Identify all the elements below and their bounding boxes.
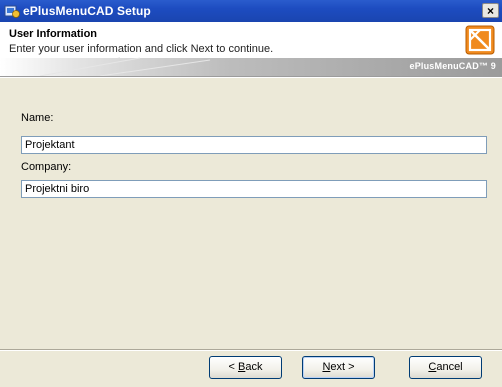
window-title: ePlusMenuCAD Setup <box>23 4 151 18</box>
header-divider-highlight <box>0 77 502 78</box>
company-label: Company: <box>21 161 72 173</box>
eplus-logo-icon <box>465 25 495 55</box>
back-button-prefix: < <box>228 361 238 373</box>
company-field[interactable] <box>21 180 487 198</box>
header-banner: User Information Enter your user informa… <box>0 22 502 76</box>
back-button[interactable]: < Back <box>209 356 282 379</box>
name-label: Name: <box>21 112 54 124</box>
next-button[interactable]: Next > <box>302 356 375 379</box>
cancel-button-label: ancel <box>436 361 463 373</box>
name-field[interactable] <box>21 136 487 154</box>
installer-icon <box>4 3 20 19</box>
title-bar[interactable]: ePlusMenuCAD Setup × <box>0 0 502 22</box>
back-button-label: ack <box>245 361 263 373</box>
cancel-button[interactable]: Cancel <box>409 356 482 379</box>
close-icon: × <box>486 4 494 18</box>
page-subtitle: Enter your user information and click Ne… <box>9 43 274 55</box>
next-button-label: ext > <box>330 361 355 373</box>
close-button[interactable]: × <box>482 3 499 18</box>
product-label: ePlusMenuCAD™ 9 <box>409 61 496 71</box>
setup-window: ePlusMenuCAD Setup × User Information En… <box>0 0 502 387</box>
footer-divider-highlight <box>0 350 502 351</box>
page-title: User Information <box>9 28 98 40</box>
